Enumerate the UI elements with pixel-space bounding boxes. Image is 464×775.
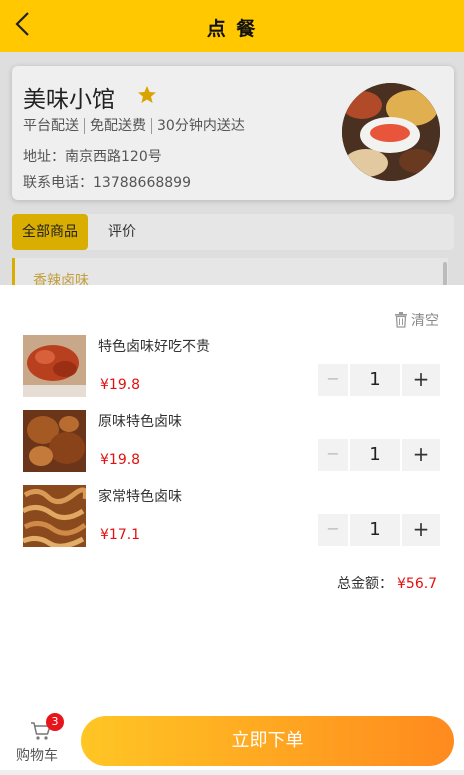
top-app-bar: 点 餐	[0, 0, 464, 52]
item-price: ¥19.8	[100, 377, 141, 393]
item-name: 家常特色卤味	[98, 489, 182, 505]
quantity-value: 1	[350, 514, 400, 546]
item-photo	[23, 335, 86, 397]
decrease-button[interactable]: −	[318, 439, 348, 471]
clear-cart-button[interactable]: 清空	[394, 310, 439, 330]
trash-icon	[395, 312, 407, 328]
quantity-stepper: − 1 +	[318, 514, 440, 546]
category-item[interactable]: 香辣卤味	[12, 258, 448, 285]
place-order-button[interactable]: 立即下单	[81, 716, 454, 766]
bottom-divider	[0, 770, 464, 775]
shop-phone: 联系电话：13788668899	[23, 175, 191, 191]
shop-tag: 30分钟内送达	[151, 118, 250, 134]
cart-button[interactable]: 3 购物车	[14, 713, 66, 767]
tab-all-products[interactable]: 全部商品	[12, 214, 88, 250]
cart-count-badge: 3	[46, 713, 64, 731]
shop-info-card: 美味小馆 平台配送 免配送费 30分钟内送达 地址：南京西路120号 联系电话：…	[12, 66, 454, 200]
decrease-button[interactable]: −	[318, 514, 348, 546]
shop-tags: 平台配送 免配送费 30分钟内送达	[23, 118, 250, 134]
item-price: ¥19.8	[100, 452, 141, 468]
cart-panel: 清空 特色卤味好吃不贵 ¥19.8 − 1 + 原味特色卤味 ¥19.8 − 1…	[0, 285, 464, 775]
tab-reviews[interactable]: 评价	[108, 214, 136, 250]
item-price: ¥17.1	[100, 527, 141, 543]
quantity-stepper: − 1 +	[318, 439, 440, 471]
scrollbar[interactable]	[443, 262, 447, 285]
increase-button[interactable]: +	[402, 364, 440, 396]
total-value: ¥56.7	[397, 576, 438, 592]
quantity-value: 1	[350, 439, 400, 471]
increase-button[interactable]: +	[402, 439, 440, 471]
increase-button[interactable]: +	[402, 514, 440, 546]
category-label: 香辣卤味	[33, 273, 89, 285]
decrease-button[interactable]: −	[318, 364, 348, 396]
item-photo	[23, 485, 86, 547]
cart-label: 购物车	[16, 748, 58, 764]
total-label: 总金额：	[337, 576, 393, 592]
item-photo	[23, 410, 86, 472]
clear-label: 清空	[411, 313, 439, 329]
shop-tag: 平台配送	[23, 118, 79, 134]
item-name: 特色卤味好吃不贵	[98, 339, 210, 355]
cart-item: 原味特色卤味 ¥19.8 − 1 +	[23, 410, 443, 472]
shop-name: 美味小馆	[23, 87, 115, 113]
quantity-value: 1	[350, 364, 400, 396]
shop-address: 地址：南京西路120号	[23, 149, 162, 165]
item-name: 原味特色卤味	[98, 414, 182, 430]
shop-photo	[342, 83, 440, 181]
cart-item: 特色卤味好吃不贵 ¥19.8 − 1 +	[23, 335, 443, 397]
total-amount: 总金额： ¥56.7	[337, 573, 437, 593]
background-page: 美味小馆 平台配送 免配送费 30分钟内送达 地址：南京西路120号 联系电话：…	[0, 52, 464, 285]
tab-bar: 全部商品 评价	[12, 214, 454, 250]
shop-tag: 免配送费	[84, 118, 151, 134]
quantity-stepper: − 1 +	[318, 364, 440, 396]
star-icon	[138, 86, 156, 103]
cart-item: 家常特色卤味 ¥17.1 − 1 +	[23, 485, 443, 547]
page-title: 点 餐	[206, 18, 258, 40]
